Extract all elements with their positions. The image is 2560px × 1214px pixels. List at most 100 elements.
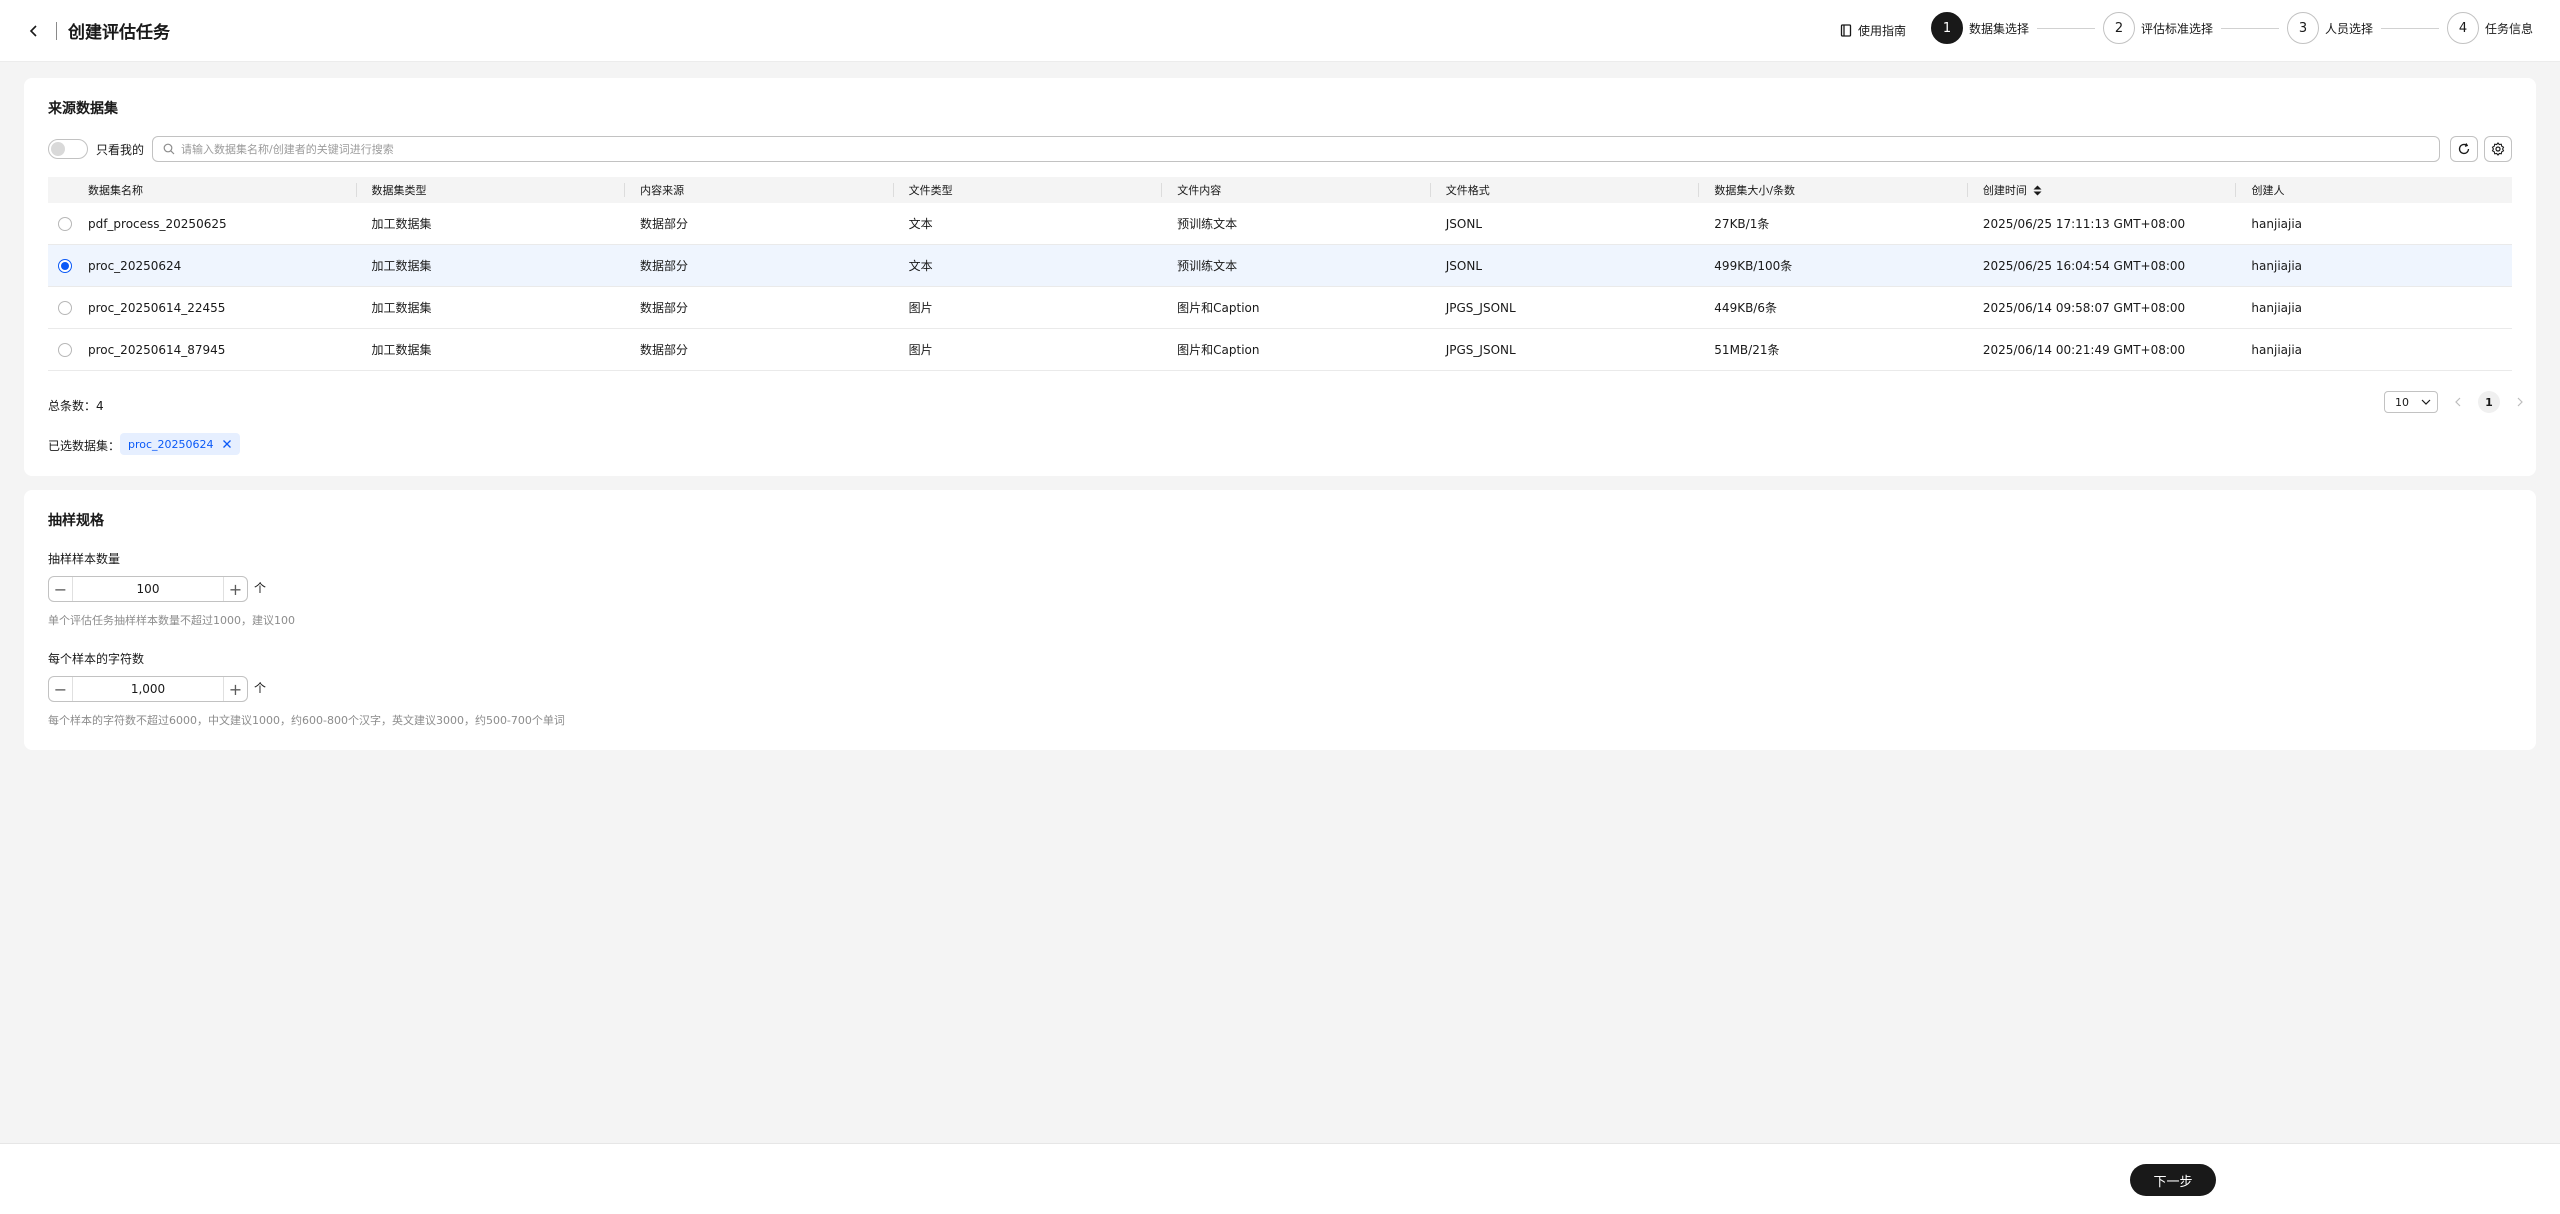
table-cell: hanjiajia bbox=[2251, 216, 2303, 231]
next-page-button[interactable] bbox=[2510, 392, 2530, 412]
column-header: 数据集类型 bbox=[355, 177, 625, 203]
table-row[interactable]: proc_20250624 加工数据集 数据部分 文本 预训练文本 JSONL … bbox=[48, 245, 2512, 287]
page-size-select[interactable]: 10 bbox=[2384, 391, 2438, 413]
refresh-button[interactable] bbox=[2450, 136, 2478, 162]
chevron-right-icon bbox=[2517, 397, 2523, 407]
sample-count-label: 抽样样本数量 bbox=[48, 552, 121, 566]
decrement-button[interactable]: − bbox=[49, 577, 72, 601]
pagination: 10 1 bbox=[2384, 391, 2536, 413]
step-connector bbox=[2221, 27, 2280, 29]
step-4-number: 4 bbox=[2447, 12, 2480, 44]
step-1-number: 1 bbox=[1931, 12, 1963, 44]
only-mine-label: 只看我的 bbox=[96, 143, 145, 157]
table-cell: 449KB/6条 bbox=[1714, 301, 1777, 315]
row-radio[interactable] bbox=[57, 342, 72, 357]
increment-button[interactable]: + bbox=[224, 677, 247, 701]
table-cell: 51MB/21条 bbox=[1714, 343, 1780, 357]
column-header: 创建人 bbox=[2235, 177, 2512, 203]
step-4: 4 任务信息 bbox=[2447, 12, 2533, 44]
step-4-label: 任务信息 bbox=[2485, 21, 2534, 36]
sampling-title: 抽样规格 bbox=[48, 513, 104, 529]
search-input[interactable] bbox=[181, 142, 2439, 156]
table-cell: hanjiajia bbox=[2251, 300, 2303, 315]
step-2-number: 2 bbox=[2103, 12, 2136, 44]
char-count-label: 每个样本的字符数 bbox=[48, 652, 145, 666]
increment-button[interactable]: + bbox=[224, 577, 247, 601]
close-icon[interactable] bbox=[220, 437, 234, 451]
table-cell: 数据部分 bbox=[640, 259, 689, 273]
page-footer: 下一步 bbox=[0, 1143, 2560, 1214]
table-cell: 数据部分 bbox=[640, 301, 689, 315]
column-header: 文件内容 bbox=[1161, 177, 1430, 203]
back-icon[interactable] bbox=[22, 19, 46, 43]
settings-button[interactable] bbox=[2484, 136, 2512, 162]
sample-count-hint: 单个评估任务抽样样本数量不超过1000，建议100 bbox=[48, 614, 295, 627]
selected-dataset-label: 已选数据集： bbox=[48, 439, 121, 453]
table-cell: hanjiajia bbox=[2251, 258, 2303, 273]
sample-count-input[interactable] bbox=[72, 577, 224, 601]
table-cell: 27KB/1条 bbox=[1714, 217, 1770, 231]
step-2: 2 评估标准选择 bbox=[2103, 12, 2213, 44]
table-cell: 加工数据集 bbox=[371, 343, 432, 357]
table-cell: JSONL bbox=[1445, 216, 1482, 231]
table-cell: 2025/06/14 00:21:49 GMT+08:00 bbox=[1982, 342, 2186, 357]
row-radio[interactable] bbox=[57, 258, 72, 273]
search-box bbox=[152, 136, 2440, 162]
page-number[interactable]: 1 bbox=[2478, 391, 2500, 413]
page-title: 创建评估任务 bbox=[68, 23, 170, 43]
guide-label: 使用指南 bbox=[1858, 24, 1907, 38]
char-count-unit: 个 bbox=[254, 681, 267, 695]
table-cell: 2025/06/25 17:11:13 GMT+08:00 bbox=[1982, 216, 2186, 231]
sample-count-unit: 个 bbox=[254, 581, 267, 595]
refresh-icon bbox=[2458, 143, 2470, 155]
row-select bbox=[48, 287, 72, 328]
only-mine-toggle[interactable] bbox=[48, 139, 88, 159]
toggle-knob bbox=[51, 142, 65, 156]
table-row[interactable]: pdf_process_20250625 加工数据集 数据部分 文本 预训练文本… bbox=[48, 203, 2512, 245]
source-title: 来源数据集 bbox=[48, 101, 118, 117]
table-cell: proc_20250624 bbox=[87, 258, 182, 273]
header-divider bbox=[56, 22, 57, 40]
step-3: 3 人员选择 bbox=[2287, 12, 2373, 44]
row-select bbox=[48, 245, 72, 286]
next-step-button[interactable]: 下一步 bbox=[2130, 1164, 2216, 1196]
guide-link[interactable]: 使用指南 bbox=[1840, 22, 1906, 39]
step-connector bbox=[2037, 27, 2096, 29]
row-radio[interactable] bbox=[57, 216, 72, 231]
prev-page-button[interactable] bbox=[2448, 392, 2468, 412]
total-count: 总条数：4 bbox=[48, 399, 104, 413]
table-cell: 图片 bbox=[908, 301, 933, 315]
column-header: 文件格式 bbox=[1429, 177, 1699, 203]
table-cell: 数据部分 bbox=[640, 343, 689, 357]
char-count-stepper: − + bbox=[48, 676, 248, 702]
table-cell: 图片 bbox=[908, 343, 933, 357]
column-header-created-time[interactable]: 创建时间 bbox=[1966, 177, 2236, 203]
page-header: 创建评估任务 使用指南 1 数据集选择 2 评估标准选择 3 人员选择 4 任务… bbox=[0, 0, 2560, 62]
selected-dataset-name: proc_20250624 bbox=[128, 437, 214, 451]
chevron-down-icon bbox=[2421, 399, 2431, 405]
step-3-number: 3 bbox=[2287, 12, 2320, 44]
table-row[interactable]: proc_20250614_87945 加工数据集 数据部分 图片 图片和Cap… bbox=[48, 329, 2512, 371]
table-cell: 预训练文本 bbox=[1177, 217, 1238, 231]
table-cell: 499KB/100条 bbox=[1714, 259, 1793, 273]
table-row[interactable]: proc_20250614_22455 加工数据集 数据部分 图片 图片和Cap… bbox=[48, 287, 2512, 329]
source-dataset-card: 来源数据集 只看我的 数据集名称 数据集类型 内容来源 文件类型 文件内容 文件… bbox=[24, 78, 2536, 476]
page-size-value: 10 bbox=[2395, 395, 2409, 409]
table-cell: JPGS_JSONL bbox=[1445, 342, 1516, 357]
header-select bbox=[48, 177, 72, 203]
table-cell: proc_20250614_87945 bbox=[87, 342, 226, 357]
decrement-button[interactable]: − bbox=[49, 677, 72, 701]
search-icon bbox=[163, 143, 175, 155]
column-header: 文件类型 bbox=[892, 177, 1162, 203]
table-cell: 加工数据集 bbox=[371, 217, 432, 231]
char-count-input[interactable] bbox=[72, 677, 224, 701]
sort-icon[interactable] bbox=[2033, 185, 2042, 196]
table-cell: proc_20250614_22455 bbox=[87, 300, 226, 315]
column-header: 数据集名称 bbox=[87, 184, 143, 197]
row-radio[interactable] bbox=[57, 300, 72, 315]
book-icon bbox=[1840, 24, 1852, 37]
table-cell: 图片和Caption bbox=[1177, 343, 1260, 357]
selected-dataset-tag: proc_20250624 bbox=[120, 433, 240, 455]
chevron-left-icon bbox=[2455, 397, 2461, 407]
step-3-label: 人员选择 bbox=[2325, 21, 2374, 36]
